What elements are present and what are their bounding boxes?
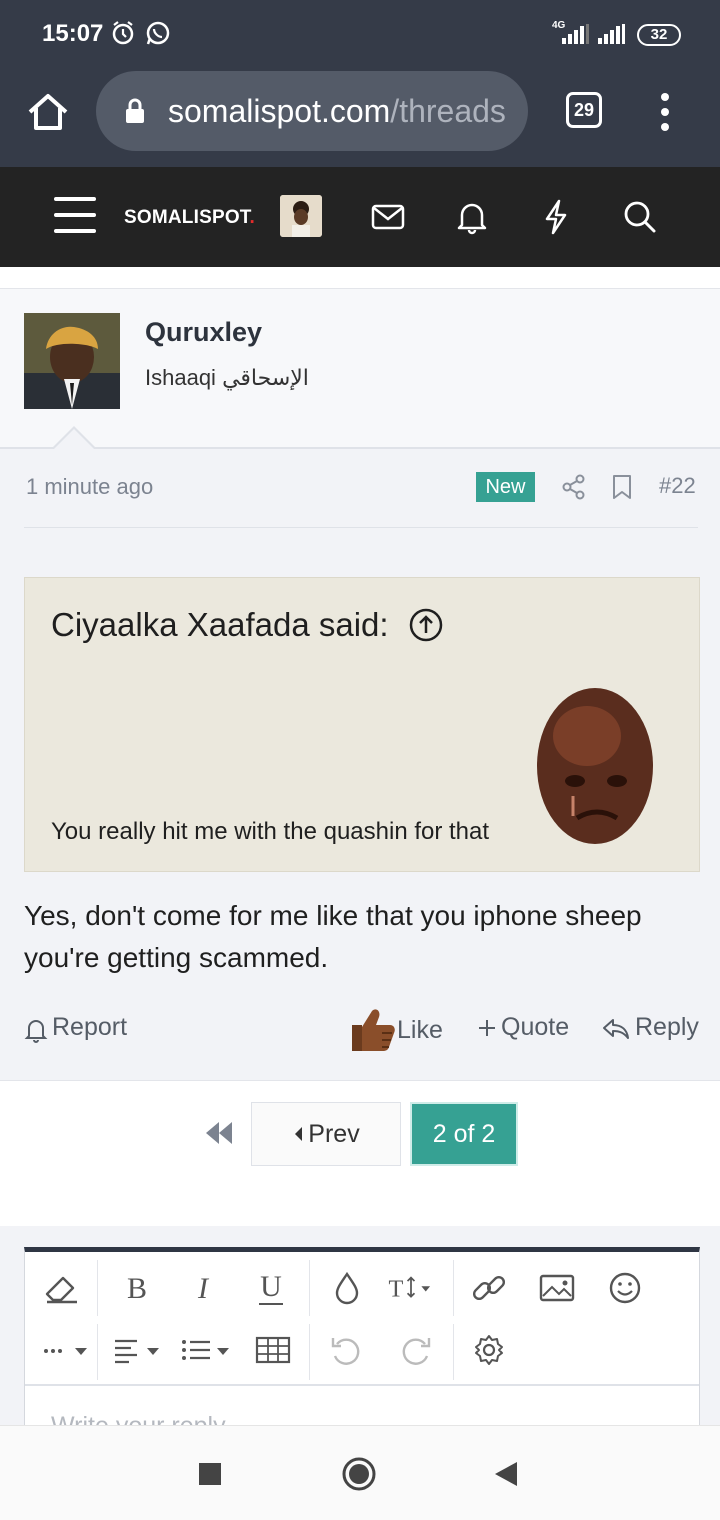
image-icon[interactable] [531,1262,583,1314]
post-time[interactable]: 1 minute ago [26,474,153,500]
home-icon[interactable] [26,90,70,134]
kebab-menu-icon[interactable] [655,92,675,132]
plus-icon [479,1020,495,1036]
new-badge: New [476,472,535,502]
svg-text:U: U [260,1270,282,1303]
url-path: /threads [390,93,506,129]
signal-icon [562,24,589,44]
font-size-icon[interactable]: T [385,1262,437,1314]
stop-icon[interactable] [192,1456,228,1492]
prev-label: Prev [308,1120,360,1148]
more-icon[interactable] [37,1324,95,1376]
reply-editor: B I U T Write your reply... [24,1247,700,1440]
whatsapp-icon [146,21,170,45]
quote-author[interactable]: Ciyaalka Xaafada said: [51,606,389,644]
post-author-title: Ishaaqi الإسحاقي [145,365,309,390]
bell-icon[interactable] [452,197,492,237]
table-icon[interactable] [247,1324,299,1376]
url-field[interactable]: somalispot.com/threads [96,71,528,151]
user-avatar[interactable] [280,195,322,237]
arrow-up-circle-icon[interactable] [409,608,443,642]
chevron-left-icon [295,1127,303,1141]
site-logo[interactable]: SOMALISPOT. [124,207,255,229]
status-bar: 15:07 4G 32 [0,0,720,66]
current-page-indicator[interactable]: 2 of 2 [410,1102,518,1166]
reply-icon [603,1019,629,1039]
url-domain: somalispot.com [168,93,391,129]
crying-face-meme-image [537,688,653,844]
underline-icon[interactable]: U [245,1262,297,1314]
redo-icon[interactable] [389,1324,441,1376]
divider [24,527,698,528]
share-icon[interactable] [562,474,586,500]
first-page-icon[interactable] [204,1120,234,1146]
post-number[interactable]: #22 [659,473,696,499]
smiley-icon[interactable] [599,1262,651,1314]
bookmark-icon[interactable] [610,474,634,500]
like-label: Like [397,1016,443,1044]
back-icon[interactable] [489,1456,525,1492]
post-body: Yes, don't come for me like that you iph… [24,900,642,973]
quote-text: You really hit me with the quashin for t… [51,818,490,845]
post-user-block: Quruxley Ishaaqi الإسحاقي [0,289,720,449]
list-icon[interactable] [177,1324,237,1376]
undo-icon[interactable] [321,1324,373,1376]
search-icon[interactable] [620,197,660,237]
bold-icon[interactable]: B [111,1262,163,1314]
eraser-icon[interactable] [37,1262,89,1314]
tabs-button[interactable]: 29 [566,92,602,128]
svg-text:B: B [127,1272,147,1305]
status-time: 15:07 [42,20,104,47]
site-header: SOMALISPOT. [0,167,720,267]
italic-icon[interactable]: I [177,1262,229,1314]
hamburger-icon[interactable] [54,197,96,233]
thumbs-up-icon [352,1009,395,1051]
envelope-icon[interactable] [368,197,408,237]
report-label: Report [52,1013,128,1041]
home-circle-icon[interactable] [341,1456,377,1492]
bolt-icon[interactable] [536,197,576,237]
bell-icon [24,1020,48,1043]
svg-text:I: I [197,1272,210,1305]
header-spacer [0,267,720,289]
lock-icon [126,98,144,123]
post-author-avatar[interactable] [24,313,120,409]
signal-icon [598,24,625,44]
align-icon[interactable] [109,1324,167,1376]
system-nav-bar [0,1425,720,1520]
gear-icon[interactable] [463,1324,515,1376]
prev-page-button[interactable]: Prev [251,1102,401,1166]
reply-label: Reply [635,1013,699,1041]
alarm-icon [112,21,134,45]
color-drop-icon[interactable] [321,1262,373,1314]
post-author-name[interactable]: Quruxley [145,317,262,348]
battery-indicator: 32 [637,24,681,46]
svg-text:T: T [388,1276,403,1303]
quote-block: Ciyaalka Xaafada said: You really hit me… [24,577,700,872]
browser-url-bar: somalispot.com/threads 29 [0,66,720,167]
link-icon[interactable] [463,1262,515,1314]
url-text: somalispot.com/threads [168,93,506,130]
quote-label: Quote [501,1013,570,1041]
